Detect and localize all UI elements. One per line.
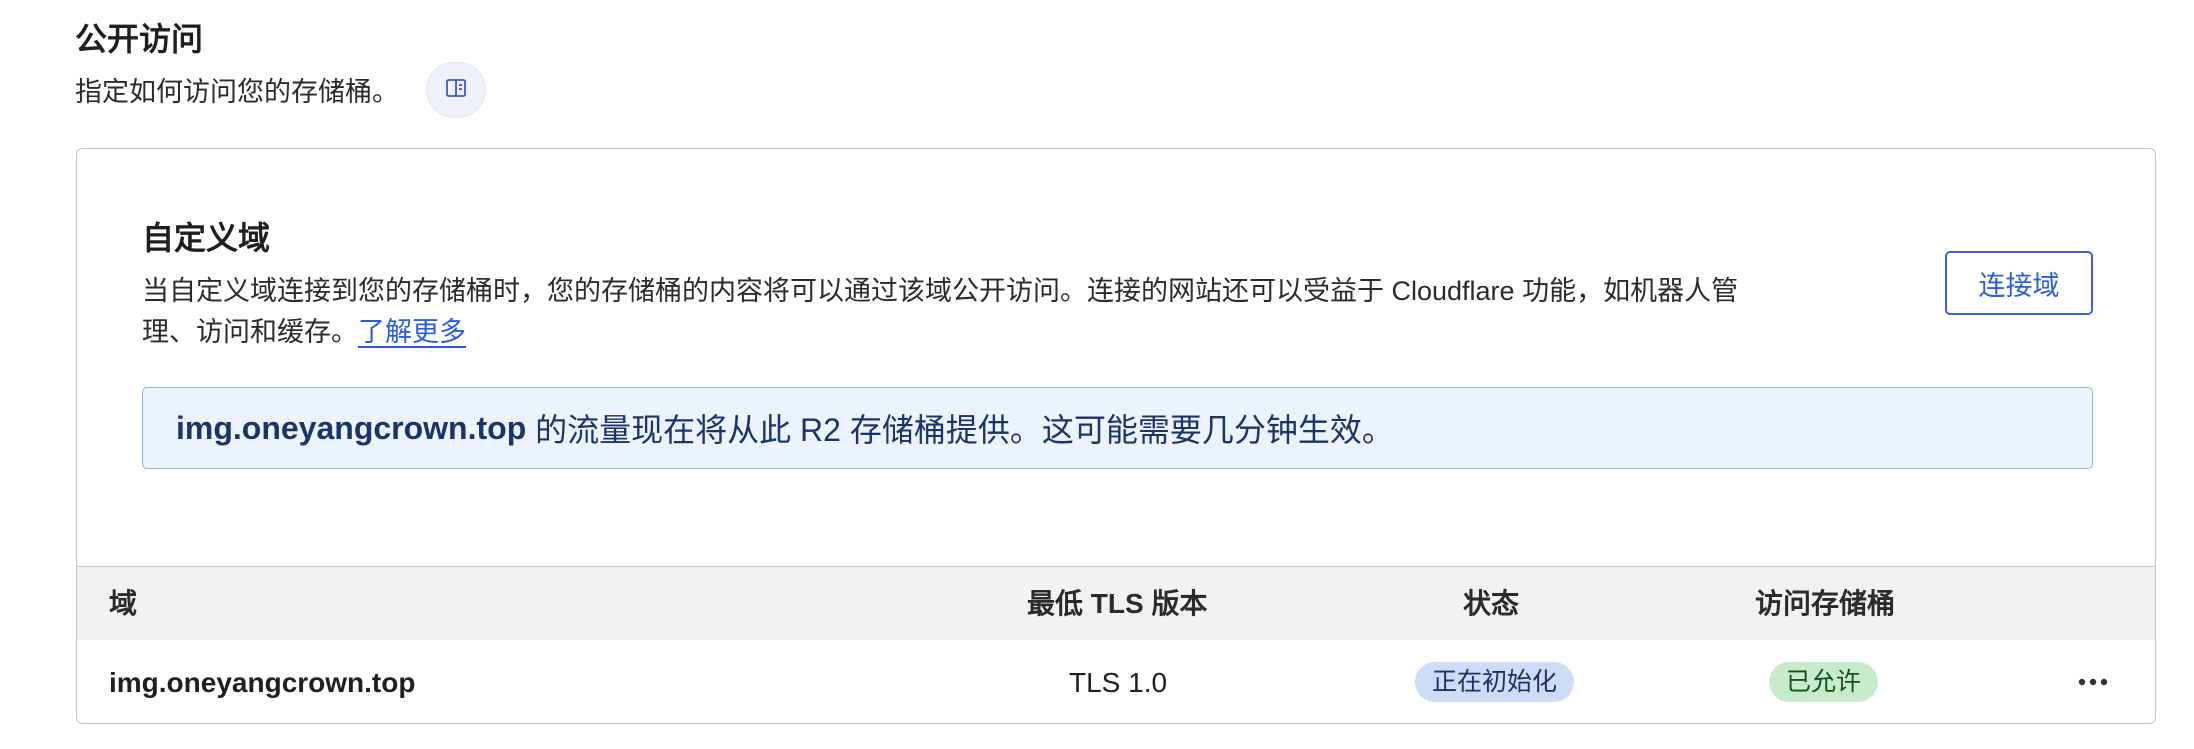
column-header-min-tls: 最低 TLS 版本 bbox=[1027, 588, 1208, 619]
notice-message: 的流量现在将从此 R2 存储桶提供。这可能需要几分钟生效。 bbox=[526, 412, 1394, 448]
row-domain: img.oneyangcrown.top bbox=[109, 667, 416, 698]
card-description: 当自定义域连接到您的存储桶时，您的存储桶的内容将可以通过该域公开访问。连接的网站… bbox=[142, 271, 1752, 353]
more-options-icon bbox=[2078, 673, 2108, 691]
docs-button[interactable] bbox=[426, 62, 486, 118]
card-title: 自定义域 bbox=[142, 220, 271, 256]
row-min-tls: TLS 1.0 bbox=[1069, 667, 1168, 698]
column-header-access: 访问存储桶 bbox=[1755, 588, 1896, 619]
column-header-domain: 域 bbox=[109, 588, 138, 619]
connect-domain-button[interactable]: 连接域 bbox=[1945, 251, 2093, 315]
table-header: 域 最低 TLS 版本 状态 访问存储桶 bbox=[77, 566, 2155, 640]
access-badge: 已允许 bbox=[1769, 662, 1879, 702]
book-icon bbox=[446, 78, 466, 102]
status-badge: 正在初始化 bbox=[1415, 662, 1575, 702]
info-notice: img.oneyangcrown.top 的流量现在将从此 R2 存储桶提供。这… bbox=[142, 387, 2093, 469]
section-description: 指定如何访问您的存储桶。 bbox=[75, 77, 399, 107]
learn-more-link[interactable]: 了解更多 bbox=[358, 317, 466, 347]
notice-domain: img.oneyangcrown.top bbox=[176, 409, 527, 446]
column-header-status: 状态 bbox=[1463, 588, 1520, 619]
more-options-button[interactable] bbox=[2073, 662, 2113, 702]
section-title: 公开访问 bbox=[75, 21, 204, 57]
table-row: img.oneyangcrown.top TLS 1.0 正在初始化 已允许 bbox=[77, 640, 2155, 723]
custom-domain-card: 自定义域 当自定义域连接到您的存储桶时，您的存储桶的内容将可以通过该域公开访问。… bbox=[76, 148, 2156, 724]
